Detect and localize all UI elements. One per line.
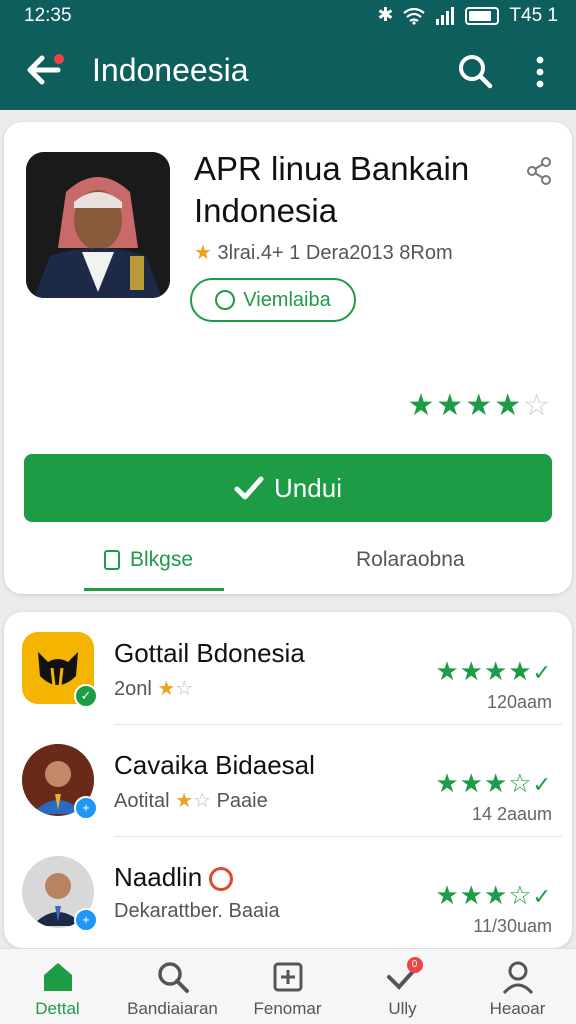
app-title: APR linua Bankain Indonesia (194, 150, 470, 229)
search-icon (157, 962, 189, 993)
status-time: 12:35 (24, 5, 72, 26)
list-item-name: Naadlin (114, 862, 234, 893)
list-item-stars: ★★★★✓ (435, 656, 552, 686)
person-icon (502, 961, 533, 995)
bottom-navigation: Dettal Bandiaiaran Fenomar 0 Ully Heaoar (0, 948, 576, 1024)
star-icon: ★ (436, 389, 466, 422)
bluetooth-icon: ✱ (377, 5, 394, 26)
tab-details[interactable]: Blkgse (104, 548, 193, 572)
nav-profile[interactable]: Heaoar (460, 949, 575, 1024)
list-item-sub: Dekarattber. Baaia (114, 900, 280, 922)
star-icon: ★ (407, 389, 437, 422)
app-icon-photo (26, 152, 170, 298)
battery-icon (465, 6, 500, 25)
list-item-count: 14 2aaum (471, 804, 552, 824)
cat-logo-icon: ✓ (22, 632, 98, 708)
related-list-card: ✓ Gottail Bdonesia 2onl ★☆ ★★★★✓ 120aam … (4, 612, 572, 948)
list-item[interactable]: ✓ Gottail Bdonesia 2onl ★☆ ★★★★✓ 120aam (4, 612, 572, 722)
battery-text: T45 1 (509, 4, 558, 26)
search-icon (459, 55, 493, 89)
check-icon (234, 476, 264, 500)
nav-search[interactable]: Bandiaiaran (115, 949, 230, 1024)
status-bar: 12:35 ✱ T45 1 (0, 0, 576, 34)
bookmark-icon (104, 550, 120, 570)
person-avatar-icon: + (22, 744, 98, 820)
list-item-stars: ★★★☆✓ (435, 768, 552, 798)
list-item-count: 120aam (486, 692, 552, 712)
rating-stars: ★★★★☆ (407, 388, 552, 423)
back-button[interactable] (22, 48, 66, 92)
verified-badge-icon: + (74, 796, 98, 820)
install-button[interactable]: Undui (24, 454, 552, 522)
list-item[interactable]: + Naadlin Dekarattber. Baaia ★★★☆✓ 11/30… (4, 836, 572, 946)
app-badge-icon (209, 867, 234, 892)
star-icon: ★ (465, 389, 495, 422)
verified-badge-icon: ✓ (74, 684, 98, 708)
nav-home[interactable]: Dettal (0, 949, 115, 1024)
list-item-sub: 2onl ★☆ (114, 678, 194, 700)
status-pill[interactable]: Viemlaiba (190, 278, 356, 322)
app-detail-card: APR linua Bankain Indonesia ★ 3lrai.4+ 1… (4, 122, 572, 594)
notification-badge: 0 (406, 957, 423, 973)
more-vert-icon (536, 56, 544, 88)
star-icon: ★ (194, 242, 212, 264)
wifi-icon (403, 7, 426, 25)
list-item-name: Gottail Bdonesia (114, 638, 305, 668)
notification-dot (54, 54, 64, 64)
home-icon (43, 963, 72, 991)
signal-icon (436, 6, 455, 25)
verified-badge-icon: + (74, 908, 98, 932)
app-bar: Indoneesia (0, 34, 576, 110)
share-button[interactable] (524, 156, 554, 186)
list-item-name: Cavaika Bidaesal (114, 750, 315, 780)
person-portrait-icon (26, 152, 170, 298)
clock-icon (215, 290, 236, 310)
search-button[interactable] (456, 52, 496, 92)
list-item-count: 11/30uam (473, 916, 552, 936)
nav-updates[interactable]: 0 Ully (345, 949, 460, 1024)
add-box-icon (273, 962, 302, 992)
tab-indicator (84, 588, 224, 591)
list-item-stars: ★★★☆✓ (435, 880, 552, 910)
list-item-sub: Aotital ★☆ Paaie (114, 790, 268, 812)
star-icon: ★ (494, 389, 524, 422)
more-button[interactable] (520, 52, 560, 92)
app-meta: ★ 3lrai.4+ 1 Dera2013 8Rom (194, 242, 453, 264)
star-icon: ☆ (523, 389, 552, 422)
person-avatar-icon: + (22, 856, 98, 932)
tab-related[interactable]: Rolaraobna (356, 548, 465, 572)
nav-add[interactable]: Fenomar (230, 949, 345, 1024)
page-title: Indoneesia (92, 52, 249, 88)
share-icon (527, 157, 551, 185)
list-item[interactable]: + Cavaika Bidaesal Aotital ★☆ Paaie ★★★☆… (4, 724, 572, 834)
